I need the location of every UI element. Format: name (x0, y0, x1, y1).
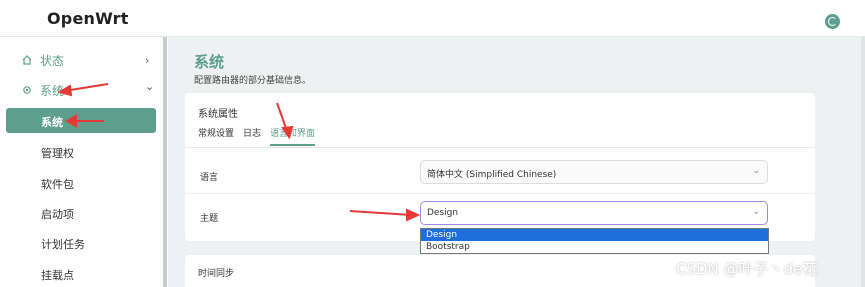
watermark: CSDN @叶子丶de花 (676, 260, 818, 278)
annotation-arrows (57, 83, 421, 222)
